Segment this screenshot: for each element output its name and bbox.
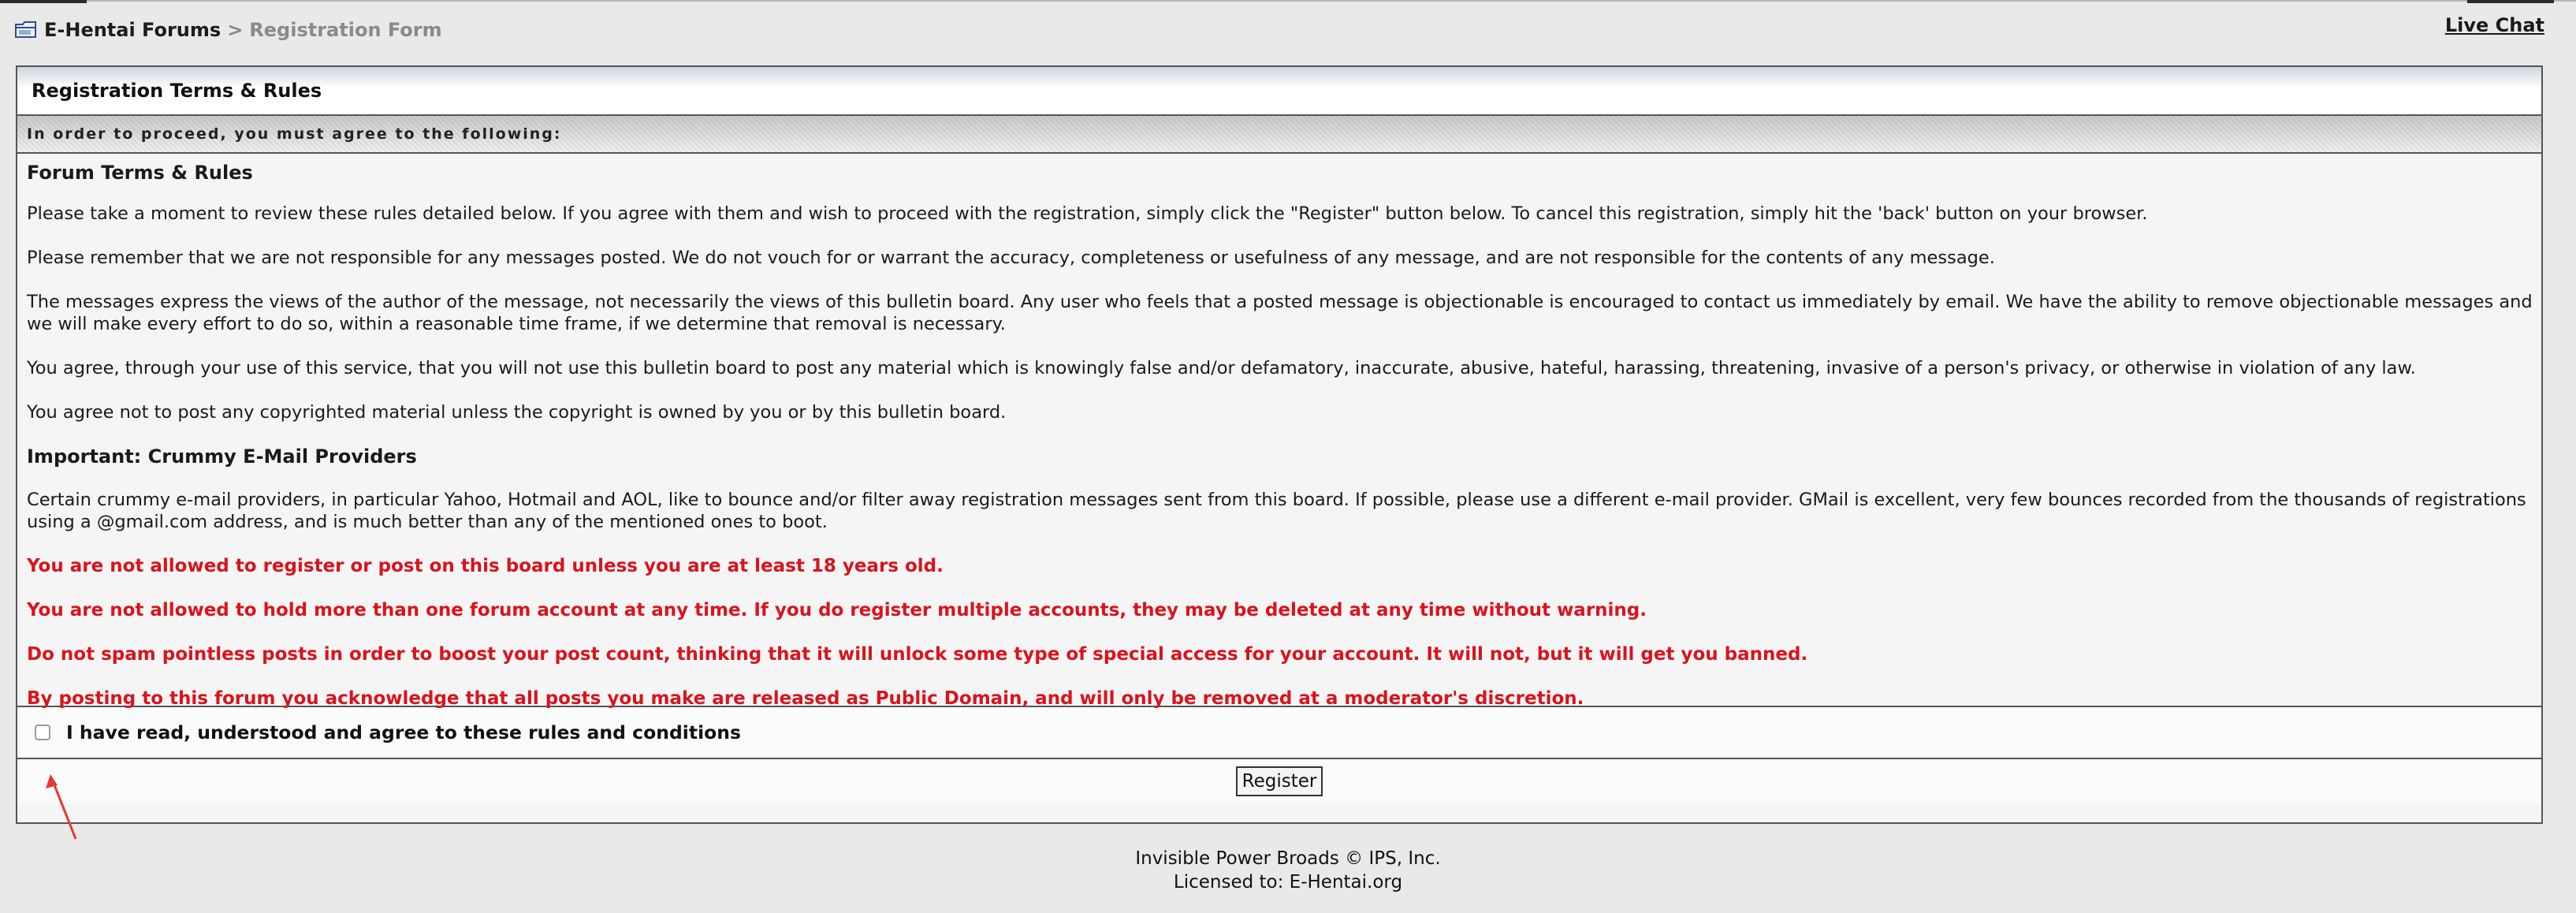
- live-chat-link[interactable]: Live Chat: [2445, 14, 2544, 36]
- rules-paragraph: You agree not to post any copyrighted ma…: [27, 402, 1007, 423]
- top-border-accent-left: [0, 0, 87, 3]
- register-button-row: Register: [17, 759, 2541, 803]
- rules-paragraph: Please take a moment to review these rul…: [27, 203, 2148, 224]
- rules-paragraph: Certain crummy e-mail providers, in part…: [27, 490, 2526, 532]
- breadcrumb: E-Hentai Forums > Registration Form: [14, 16, 442, 44]
- breadcrumb-current: Registration Form: [249, 19, 442, 41]
- register-button[interactable]: Register: [1235, 766, 1323, 796]
- footer-copyright: Invisible Power Broads © IPS, Inc.: [1135, 848, 1441, 869]
- rules-heading: Forum Terms & Rules: [27, 162, 253, 184]
- rules-paragraph: Please remember that we are not responsi…: [27, 248, 1995, 268]
- top-border-accent-right: [2467, 0, 2554, 3]
- agree-checkbox[interactable]: [35, 725, 50, 740]
- top-border: [0, 0, 2576, 2]
- breadcrumb-separator: >: [227, 19, 244, 41]
- rules-content: Forum Terms & Rules Please take a moment…: [17, 154, 2541, 709]
- email-providers-heading: Important: Crummy E-Mail Providers: [27, 445, 417, 468]
- agreement-row: I have read, understood and agree to the…: [17, 707, 2541, 759]
- panel-title: Registration Terms & Rules: [17, 67, 2541, 116]
- rules-paragraph: You agree, through your use of this serv…: [27, 358, 2416, 378]
- multiple-accounts-warning: You are not allowed to hold more than on…: [27, 600, 1647, 620]
- registration-panel: Registration Terms & Rules In order to p…: [16, 65, 2543, 824]
- footer-license: Licensed to: E-Hentai.org: [1173, 872, 1403, 893]
- footer: Invisible Power Broads © IPS, Inc. Licen…: [0, 847, 2576, 894]
- breadcrumb-home-link[interactable]: E-Hentai Forums: [44, 19, 221, 41]
- folder-icon: [14, 20, 38, 40]
- age-warning: You are not allowed to register or post …: [27, 556, 944, 576]
- agreement-subheading: In order to proceed, you must agree to t…: [17, 116, 2541, 154]
- public-domain-notice: By posting to this forum you acknowledge…: [27, 688, 1584, 709]
- annotation-arrow-icon: [46, 774, 77, 840]
- spam-warning: Do not spam pointless posts in order to …: [27, 644, 1808, 665]
- rules-paragraph: The messages express the views of the au…: [27, 292, 2533, 334]
- agree-checkbox-label[interactable]: I have read, understood and agree to the…: [66, 721, 741, 743]
